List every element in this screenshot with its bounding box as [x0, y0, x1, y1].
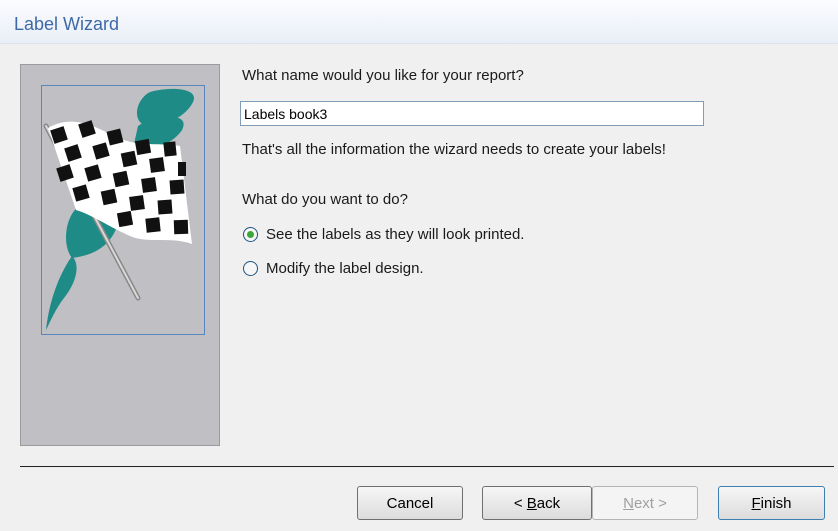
action-prompt: What do you want to do?	[242, 191, 408, 208]
option-modify-label: Modify the label design.	[266, 259, 424, 277]
back-prefix: <	[513, 494, 527, 512]
window-title: Label Wizard	[14, 14, 120, 34]
back-accelerator: B	[526, 494, 537, 512]
next-rest: ext >	[633, 494, 667, 512]
info-text: That's all the information the wizard ne…	[242, 141, 666, 158]
next-accelerator: N	[623, 494, 634, 512]
radio-modify-design[interactable]	[243, 260, 258, 276]
cancel-button[interactable]: Cancel	[357, 486, 463, 520]
finish-button[interactable]: Finish	[718, 486, 825, 520]
finish-accelerator: F	[751, 494, 761, 512]
next-button: Next >	[592, 486, 698, 520]
title-bar: Label Wizard	[0, 0, 838, 44]
button-divider	[20, 466, 834, 467]
back-button[interactable]: < Back	[482, 486, 592, 520]
option-modify-design[interactable]: Modify the label design.	[243, 258, 424, 278]
wizard-art-frame	[41, 85, 205, 335]
option-preview-label: See the labels as they will look printed…	[266, 225, 525, 243]
report-name-prompt: What name would you like for your report…	[242, 67, 524, 84]
back-rest: ack	[536, 494, 561, 512]
checkered-flag-icon	[43, 88, 194, 330]
finish-rest: inish	[760, 494, 792, 512]
radio-preview-labels[interactable]	[243, 226, 258, 242]
option-preview-labels[interactable]: See the labels as they will look printed…	[243, 224, 524, 244]
report-name-input[interactable]	[240, 101, 704, 126]
wizard-art-panel	[20, 64, 220, 446]
